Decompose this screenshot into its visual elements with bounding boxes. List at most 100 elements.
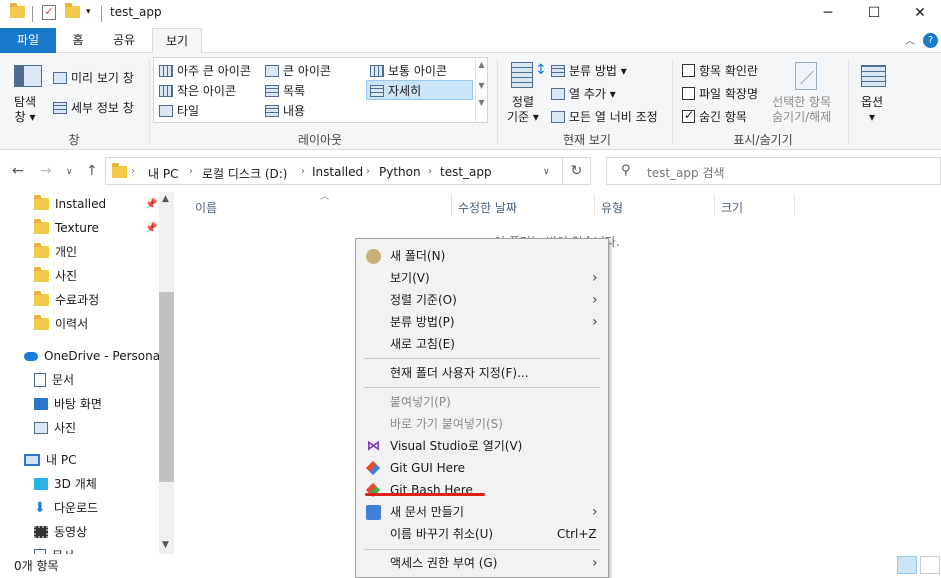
sort-by-button[interactable]: 정렬 기준 ▾	[507, 95, 539, 125]
navigation-pane-button[interactable]: 탐색 창 ▾	[14, 95, 36, 125]
nav-item-onedrive[interactable]: OneDrive - Personal	[24, 345, 163, 367]
recent-locations-icon[interactable]: ∨	[66, 167, 73, 177]
folder-icon	[34, 267, 49, 282]
column-divider[interactable]	[594, 194, 595, 216]
scrollbar-thumb[interactable]	[159, 292, 174, 482]
help-icon[interactable]: ?	[923, 33, 938, 48]
back-arrow-icon[interactable]: ←	[12, 163, 24, 179]
nav-item-texture[interactable]: Texture	[34, 217, 99, 239]
layout-large-icons[interactable]: 큰 아이콘	[265, 62, 331, 79]
item-checkboxes-checkbox[interactable]	[682, 64, 695, 77]
file-extensions-checkbox[interactable]	[682, 87, 695, 100]
breadcrumb-test-app[interactable]: test_app	[440, 165, 492, 179]
layout-small-icons[interactable]: 작은 아이콘	[159, 82, 236, 99]
nav-item-installed[interactable]: Installed	[34, 193, 106, 215]
column-divider[interactable]	[451, 194, 452, 216]
menu-item-open-visual-studio[interactable]: ⋈ Visual Studio로 열기(V)	[356, 435, 608, 457]
column-header-type[interactable]: 유형	[601, 199, 623, 216]
navigation-pane-scrollbar[interactable]: ▲ ▼	[159, 192, 174, 554]
menu-item-new[interactable]: 새 문서 만들기 ›	[356, 501, 608, 523]
nav-item-courses[interactable]: 수료과정	[34, 289, 99, 311]
menu-item-give-access[interactable]: 액세스 권한 부여 (G) ›	[356, 552, 608, 574]
hidden-items-toggle[interactable]: 숨긴 항목	[682, 108, 747, 125]
nav-item-downloads[interactable]: ⬇ 다운로드	[34, 497, 98, 519]
menu-item-sort-by[interactable]: 정렬 기준(O) ›	[356, 289, 608, 311]
details-view-icon[interactable]	[897, 556, 917, 574]
menu-item-view[interactable]: 보기(V) ›	[356, 267, 608, 289]
options-button[interactable]: 옵션 ▾	[861, 95, 883, 125]
properties-icon[interactable]: ✓	[42, 5, 56, 20]
expand-gallery-icon[interactable]: ▼	[476, 98, 487, 107]
breadcrumb-local-disk[interactable]: 로컬 디스크 (D:)	[202, 165, 287, 182]
column-divider[interactable]	[794, 194, 795, 216]
search-box[interactable]: ⚲ test_app 검색	[606, 157, 941, 185]
breadcrumb-this-pc[interactable]: 내 PC	[148, 165, 178, 182]
breadcrumb-python[interactable]: Python	[379, 165, 421, 179]
refresh-button[interactable]: ↻	[563, 157, 591, 185]
group-by-icon	[551, 64, 565, 77]
column-divider[interactable]	[714, 194, 715, 216]
menu-item-undo-rename[interactable]: 이름 바꾸기 취소(U) Ctrl+Z	[356, 523, 608, 545]
nav-item-pc-documents[interactable]: 문서	[34, 545, 74, 554]
forward-arrow-icon[interactable]: →	[40, 163, 52, 179]
column-header-size[interactable]: 크기	[721, 199, 743, 216]
menu-item-git-bash[interactable]: Git Bash Here	[356, 479, 608, 501]
file-extensions-toggle[interactable]: 파일 확장명	[682, 85, 758, 102]
menu-item-customize-folder[interactable]: 현재 폴더 사용자 지정(F)...	[356, 362, 608, 384]
add-columns-button[interactable]: 열 추가 ▾	[551, 85, 616, 102]
large-icons-view-icon[interactable]	[920, 556, 940, 574]
tab-file[interactable]: 파일	[0, 28, 56, 53]
scroll-down-icon[interactable]: ▼	[476, 81, 487, 90]
close-button[interactable]: ✕	[897, 0, 941, 28]
new-folder-icon[interactable]	[65, 3, 80, 18]
hidden-items-checkbox[interactable]	[682, 108, 695, 123]
menu-item-paste[interactable]: 붙여넣기(P)	[356, 391, 608, 413]
nav-item-videos[interactable]: 동영상	[34, 521, 87, 543]
layout-tiles[interactable]: 타일	[159, 102, 199, 119]
up-arrow-icon[interactable]: ↑	[86, 163, 98, 179]
nav-item-this-pc[interactable]: 내 PC	[24, 449, 76, 471]
group-by-button[interactable]: 분류 방법 ▾	[551, 62, 627, 79]
nav-item-resume[interactable]: 이력서	[34, 313, 88, 335]
tab-share[interactable]: 공유	[104, 28, 144, 53]
layout-extra-large-icons[interactable]: 아주 큰 아이콘	[159, 62, 251, 79]
scroll-up-icon[interactable]: ▲	[476, 60, 487, 69]
menu-item-git-gui[interactable]: Git GUI Here	[356, 457, 608, 479]
collapse-ribbon-icon[interactable]: ︿	[905, 32, 915, 47]
menu-item-new-folder[interactable]: 새 폴더(N)	[356, 245, 608, 267]
layout-content[interactable]: 내용	[265, 102, 305, 119]
nav-item-3d-objects[interactable]: 3D 개체	[34, 473, 97, 495]
address-bar[interactable]: › 내 PC › 로컬 디스크 (D:) › Installed › Pytho…	[105, 157, 563, 185]
nav-item-onedrive-photos[interactable]: 사진	[34, 417, 76, 439]
tab-home[interactable]: 홈	[62, 28, 94, 53]
scroll-down-icon[interactable]: ▼	[162, 540, 169, 550]
layout-scroll[interactable]: ▲ ▼ ▼	[475, 58, 487, 122]
scroll-up-icon[interactable]: ▲	[162, 194, 169, 204]
maximize-button[interactable]: ☐	[851, 0, 897, 28]
nav-item-photos[interactable]: 사진	[34, 265, 77, 287]
size-all-columns-button[interactable]: 모든 열 너비 조정	[551, 108, 658, 125]
address-dropdown-icon[interactable]: ∨	[543, 167, 550, 177]
menu-item-refresh[interactable]: 새로 고침(E)	[356, 333, 608, 355]
layout-medium-icons[interactable]: 보통 아이콘	[370, 62, 447, 79]
column-header-modified[interactable]: 수정한 날짜	[458, 199, 517, 216]
layout-list[interactable]: 목록	[265, 82, 305, 99]
nav-item-personal[interactable]: 개인	[34, 241, 77, 263]
tab-view[interactable]: 보기	[152, 28, 202, 54]
nav-item-onedrive-desktop[interactable]: 바탕 화면	[34, 393, 102, 415]
breadcrumb-separator-icon: ›	[189, 166, 193, 177]
breadcrumb-installed[interactable]: Installed	[312, 165, 363, 179]
preview-pane-button[interactable]: 미리 보기 창	[53, 69, 134, 86]
menu-item-group-by[interactable]: 분류 방법(P) ›	[356, 311, 608, 333]
column-header-name[interactable]: 이름	[195, 199, 217, 216]
menu-item-paste-shortcut[interactable]: 바로 가기 붙여넣기(S)	[356, 413, 608, 435]
minimize-button[interactable]: ─	[805, 0, 851, 28]
pin-icon[interactable]: 📌	[145, 199, 157, 210]
pin-icon[interactable]: 📌	[145, 223, 157, 234]
item-checkboxes-toggle[interactable]: 항목 확인란	[682, 62, 758, 79]
quick-access-dropdown-icon[interactable]: ▾	[86, 7, 91, 17]
details-pane-button[interactable]: 세부 정보 창	[53, 99, 134, 116]
layout-details[interactable]: 자세히	[370, 82, 421, 99]
hide-selected-button[interactable]: 선택한 항목 숨기기/해제	[772, 95, 831, 125]
nav-item-onedrive-documents[interactable]: 문서	[34, 369, 74, 391]
